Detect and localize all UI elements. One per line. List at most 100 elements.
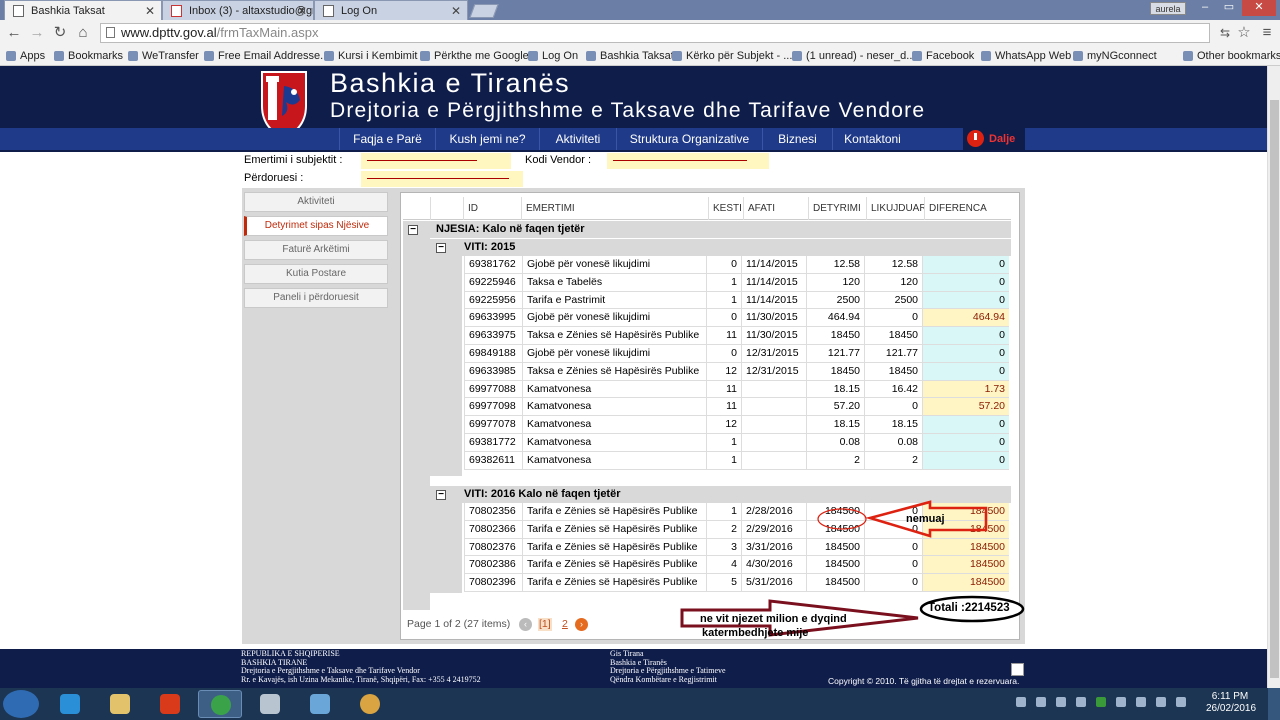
- bookmark-kursi[interactable]: Kursi i Kembimit: [324, 49, 417, 63]
- tray-icon[interactable]: [1016, 697, 1026, 707]
- profile-badge[interactable]: aurela: [1150, 2, 1186, 15]
- logout-button[interactable]: Dalje: [963, 128, 1025, 150]
- bookmark-wetransfer[interactable]: WeTransfer: [128, 49, 199, 63]
- taskbar-explorer[interactable]: [98, 690, 142, 718]
- col-detyrimi[interactable]: DETYRIMI: [808, 197, 866, 220]
- col-afati[interactable]: AFATI: [743, 197, 808, 220]
- taskbar-ie[interactable]: [48, 690, 92, 718]
- col-kesti[interactable]: KESTI: [708, 197, 743, 220]
- next-page-icon[interactable]: ›: [575, 618, 588, 631]
- tray-icon[interactable]: [1036, 697, 1046, 707]
- sidebar-item-aktiviteti[interactable]: Aktiviteti: [244, 192, 388, 212]
- nav-struktura-organizative[interactable]: Struktura Organizative: [616, 128, 762, 150]
- bookmark-apps[interactable]: Apps: [6, 49, 45, 63]
- maximize-icon[interactable]: ▭: [1218, 0, 1240, 16]
- table-row[interactable]: 69633985 Taksa e Zënies së Hapësirës Publ…: [464, 362, 1009, 381]
- collapse-icon[interactable]: −: [408, 225, 418, 235]
- start-button[interactable]: [3, 690, 39, 718]
- bookmark-bookmarks[interactable]: Bookmarks: [54, 49, 123, 63]
- table-row[interactable]: 70802396 Tarifa e Zënies së Hapësirës Pub…: [464, 574, 1009, 592]
- tray-icon[interactable]: [1136, 697, 1146, 707]
- table-row[interactable]: 69225956 Tarifa e Pastrimit 1 11/14/2015 250…: [464, 291, 1009, 310]
- new-tab-button[interactable]: [469, 4, 499, 18]
- table-row[interactable]: 69977078 Kamatvonesa 12 18.15 18.15 0: [464, 416, 1009, 434]
- close-tab-icon[interactable]: ✕: [451, 1, 461, 20]
- table-row[interactable]: 69849188 Gjobë për vonesë likujdimi 0 12/31…: [464, 345, 1009, 363]
- table-row[interactable]: 69225946 Taksa e Tabelës 1 11/14/2015 120 120…: [464, 273, 1009, 292]
- table-row[interactable]: 69381772 Kamatvonesa 1 0.08 0.08 0: [464, 434, 1009, 452]
- sidebar-item-fature-arketimi[interactable]: Faturë Arkëtimi: [244, 240, 388, 260]
- nav-faqja-e-pare[interactable]: Faqja e Parë: [339, 128, 435, 150]
- tray-icon[interactable]: [1116, 697, 1126, 707]
- network-icon[interactable]: [1156, 697, 1166, 707]
- col-id[interactable]: ID: [463, 197, 521, 220]
- prev-page-icon[interactable]: ‹: [519, 618, 532, 631]
- tray-icon[interactable]: [1076, 697, 1086, 707]
- footer-link[interactable]: Qëndra Kombëtare e Regjistrimit: [610, 675, 726, 685]
- tray-icon[interactable]: [1096, 697, 1106, 707]
- translate-icon[interactable]: ⇆: [1216, 24, 1234, 42]
- taskbar-paint[interactable]: [348, 690, 392, 718]
- table-row[interactable]: 69381762 Gjobë për vonesë likujdimi 0 11/14…: [464, 256, 1009, 274]
- home-icon[interactable]: ⌂: [74, 24, 92, 42]
- page-1-link[interactable]: [1]: [538, 618, 552, 631]
- menu-icon[interactable]: ≡: [1258, 24, 1276, 42]
- table-row[interactable]: 69977098 Kamatvonesa 11 57.20 0 57.20: [464, 398, 1009, 417]
- address-input[interactable]: www.dpttv.gov.al/frmTaxMain.aspx: [100, 23, 1210, 43]
- bookmark-perkthe[interactable]: Përkthe me Google: [420, 49, 529, 63]
- col-emertimi[interactable]: EMERTIMI: [521, 197, 708, 220]
- nav-biznesi[interactable]: Biznesi: [762, 128, 832, 150]
- tab-inbox[interactable]: Inbox (3) - altaxstudio@gm ✕: [162, 0, 314, 20]
- table-row[interactable]: 70802386 Tarifa e Zënies së Hapësirës Pub…: [464, 556, 1009, 575]
- cell-detyrimi: 12.58: [806, 256, 864, 273]
- show-desktop-button[interactable]: [1268, 688, 1280, 720]
- volume-icon[interactable]: [1176, 697, 1186, 707]
- tab-bashkia-taksat[interactable]: Bashkia Taksat ✕: [4, 0, 162, 20]
- col-diferenca[interactable]: DIFERENCA: [924, 197, 1011, 220]
- bookmark-kerko[interactable]: Kërko për Subjekt - ...: [672, 49, 792, 63]
- reload-icon[interactable]: ↻: [51, 24, 69, 42]
- forward-icon[interactable]: →: [28, 24, 46, 42]
- tray-icon[interactable]: [1056, 697, 1066, 707]
- bookmark-log-on[interactable]: Log On: [528, 49, 578, 63]
- taskbar-calculator[interactable]: [248, 690, 292, 718]
- table-row[interactable]: 69382611 Kamatvonesa 1 2 2 0: [464, 451, 1009, 470]
- close-tab-icon[interactable]: ✕: [297, 1, 307, 20]
- sidebar-item-kutia-postare[interactable]: Kutia Postare: [244, 264, 388, 284]
- bookmark-bashkia-taksat[interactable]: Bashkia Taksat: [586, 49, 674, 63]
- collapse-icon[interactable]: −: [436, 243, 446, 253]
- bookmark-other[interactable]: Other bookmarks: [1183, 49, 1280, 63]
- page-2-link[interactable]: 2: [562, 613, 568, 635]
- taskbar-app-f[interactable]: [148, 690, 192, 718]
- table-row[interactable]: 69633995 Gjobë për vonesë likujdimi 0 11/30…: [464, 309, 1009, 328]
- bookmark-whatsapp[interactable]: WhatsApp Web: [981, 49, 1071, 63]
- bookmark-free-email[interactable]: Free Email Addresse...: [204, 49, 329, 63]
- sidebar-item-detyrimet[interactable]: Detyrimet sipas Njësive: [244, 216, 388, 236]
- taskbar-notes[interactable]: [298, 690, 342, 718]
- nav-aktiviteti[interactable]: Aktiviteti: [539, 128, 616, 150]
- minimize-icon[interactable]: –: [1194, 0, 1216, 16]
- nav-kontaktoni[interactable]: Kontaktoni: [832, 128, 912, 150]
- close-window-icon[interactable]: ✕: [1242, 0, 1276, 16]
- bookmark-myngconnect[interactable]: myNGconnect: [1073, 49, 1157, 63]
- group-indent: [430, 503, 462, 593]
- group-indent: [430, 256, 462, 476]
- bookmark-facebook[interactable]: Facebook: [912, 49, 974, 63]
- back-icon[interactable]: ←: [5, 24, 23, 42]
- bookmark-star-icon[interactable]: ☆: [1235, 24, 1253, 42]
- col-likujduar[interactable]: LIKUJDUAR: [866, 197, 924, 220]
- bookmark-unread[interactable]: (1 unread) - neser_d...: [792, 49, 915, 63]
- close-tab-icon[interactable]: ✕: [145, 1, 155, 20]
- scrollbar-thumb[interactable]: [1270, 100, 1279, 678]
- table-row[interactable]: 69633975 Taksa e Zënies së Hapësirës Publ…: [464, 327, 1009, 345]
- tab-log-on[interactable]: Log On ✕: [314, 0, 468, 20]
- collapse-icon[interactable]: −: [436, 490, 446, 500]
- taskbar-chrome[interactable]: [198, 690, 242, 718]
- nav-kush-jemi-ne[interactable]: Kush jemi ne?: [435, 128, 539, 150]
- sidebar-item-paneli[interactable]: Paneli i përdoruesit: [244, 288, 388, 308]
- table-row[interactable]: 69977088 Kamatvonesa 11 18.15 16.42 1.73: [464, 380, 1009, 399]
- table-row[interactable]: 70802376 Tarifa e Zënies së Hapësirës Pub…: [464, 538, 1009, 557]
- system-clock[interactable]: 6:11 PM 26/02/2016: [1206, 691, 1256, 715]
- page-scrollbar[interactable]: [1267, 66, 1280, 688]
- cell-likujduar: 0: [864, 574, 922, 591]
